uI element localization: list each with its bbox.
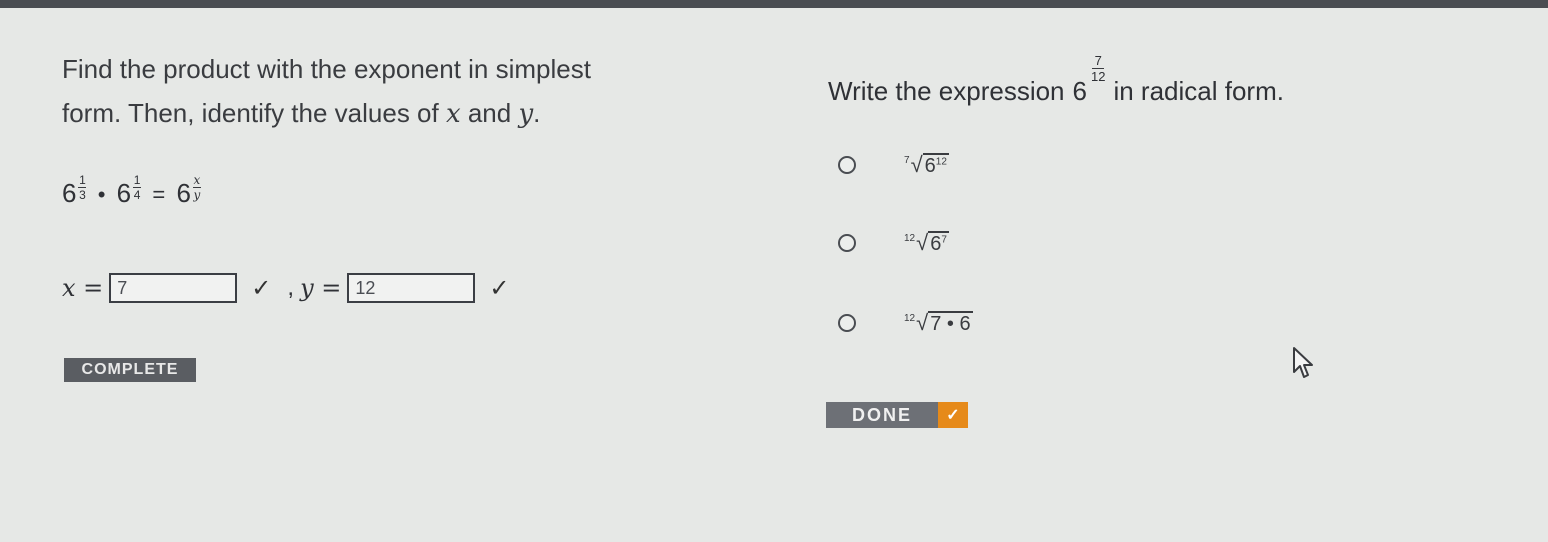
product-equation: 613 • 614 = 6xy xyxy=(62,173,201,208)
radio-icon[interactable] xyxy=(838,234,856,252)
radio-icon[interactable] xyxy=(838,314,856,332)
top-bar xyxy=(0,0,1548,8)
question-left-line2: form. Then, identify the values of x and… xyxy=(62,98,541,129)
option-1[interactable]: 7 √ 612 xyxy=(838,152,949,178)
option-3[interactable]: 12 √ 7 • 6 xyxy=(838,310,973,336)
y-label: y = xyxy=(300,274,342,302)
x-input[interactable]: 7 xyxy=(109,273,238,303)
separator: , xyxy=(287,274,295,301)
complete-badge: COMPLETE xyxy=(64,358,196,382)
done-label: DONE xyxy=(826,402,938,428)
x-check-icon: ✓ xyxy=(251,274,272,302)
option-3-radical: 12 √ 7 • 6 xyxy=(904,310,973,335)
question-left-line1: Find the product with the exponent in si… xyxy=(62,54,591,84)
option-1-radical: 7 √ 612 xyxy=(904,152,949,177)
done-button[interactable]: DONE ✓ xyxy=(826,402,968,428)
radio-icon[interactable] xyxy=(838,156,856,174)
y-input[interactable]: 12 xyxy=(347,273,476,303)
x-label: x = xyxy=(62,274,104,302)
option-2-radical: 12 √ 67 xyxy=(904,230,949,255)
mouse-pointer-icon xyxy=(1293,347,1313,378)
y-check-icon: ✓ xyxy=(489,274,510,302)
question-right-prompt: Write the expression 6 7 12 in radical fo… xyxy=(828,53,1284,106)
option-2[interactable]: 12 √ 67 xyxy=(838,230,949,256)
answer-row: x = 7 ✓ , y = 12 ✓ xyxy=(62,270,525,306)
done-check-icon: ✓ xyxy=(938,402,968,428)
